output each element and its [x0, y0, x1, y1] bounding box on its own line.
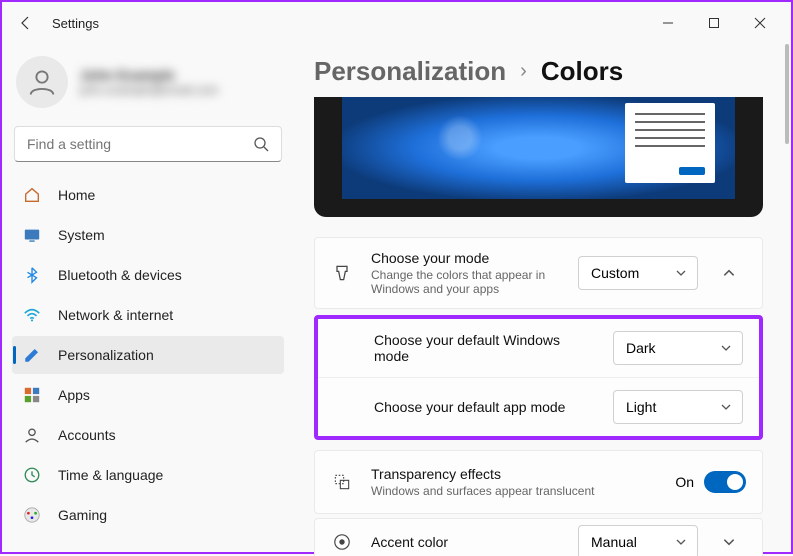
- sidebar-item-label: Time & language: [58, 467, 163, 483]
- gaming-icon: [22, 505, 42, 525]
- profile-email: john.example@email.com: [80, 83, 218, 97]
- sidebar-item-apps[interactable]: Apps: [12, 376, 284, 414]
- windows-mode-dropdown[interactable]: Dark: [613, 331, 743, 365]
- apps-icon: [22, 385, 42, 405]
- preview-window: [625, 103, 715, 183]
- setting-row-mode[interactable]: Choose your mode Change the colors that …: [315, 238, 762, 308]
- setting-card-transparency: Transparency effects Windows and surface…: [314, 450, 763, 514]
- sidebar: John Example john.example@email.com Home…: [2, 44, 294, 556]
- setting-title: Accent color: [371, 534, 578, 550]
- sidebar-item-gaming[interactable]: Gaming: [12, 496, 284, 534]
- annotation-highlight: Choose your default Windows mode Dark Ch…: [314, 315, 763, 440]
- accounts-icon: [22, 425, 42, 445]
- chevron-up-icon: [722, 266, 736, 280]
- sidebar-item-network[interactable]: Network & internet: [12, 296, 284, 334]
- chevron-right-icon: ›: [520, 60, 527, 83]
- search-input[interactable]: [27, 136, 253, 152]
- setting-title: Choose your default app mode: [374, 399, 574, 415]
- home-icon: [22, 185, 42, 205]
- app-mode-dropdown[interactable]: Light: [613, 390, 743, 424]
- setting-row-app-mode[interactable]: Choose your default app mode Light: [318, 377, 759, 436]
- chevron-down-icon: [675, 536, 687, 548]
- setting-row-transparency[interactable]: Transparency effects Windows and surface…: [315, 451, 762, 513]
- sidebar-item-home[interactable]: Home: [12, 176, 284, 214]
- sidebar-item-label: Home: [58, 187, 95, 203]
- setting-desc: Windows and surfaces appear translucent: [371, 484, 675, 498]
- sidebar-item-time[interactable]: Time & language: [12, 456, 284, 494]
- transparency-toggle[interactable]: [704, 471, 746, 493]
- sidebar-item-label: Accounts: [58, 427, 116, 443]
- profile-block[interactable]: John Example john.example@email.com: [12, 48, 284, 122]
- sidebar-item-bluetooth[interactable]: Bluetooth & devices: [12, 256, 284, 294]
- personalization-icon: [22, 345, 42, 365]
- setting-desc: Change the colors that appear in Windows…: [371, 268, 578, 296]
- setting-card-mode: Choose your mode Change the colors that …: [314, 237, 763, 309]
- search-icon: [253, 136, 269, 152]
- sidebar-item-label: Apps: [58, 387, 90, 403]
- sidebar-item-label: Network & internet: [58, 307, 173, 323]
- setting-title: Choose your default Windows mode: [374, 332, 574, 364]
- expand-button[interactable]: [712, 525, 746, 556]
- setting-title: Choose your mode: [371, 250, 578, 266]
- chevron-down-icon: [720, 401, 732, 413]
- theme-preview: [314, 97, 763, 217]
- chevron-down-icon: [720, 342, 732, 354]
- bluetooth-icon: [22, 265, 42, 285]
- maximize-button[interactable]: [691, 7, 737, 39]
- sidebar-item-label: Gaming: [58, 507, 107, 523]
- setting-row-accent[interactable]: Accent color Manual: [315, 519, 762, 556]
- chevron-down-icon: [675, 267, 687, 279]
- mode-dropdown[interactable]: Custom: [578, 256, 698, 290]
- search-box[interactable]: [14, 126, 282, 162]
- breadcrumb-parent[interactable]: Personalization: [314, 56, 506, 87]
- setting-card-accent: Accent color Manual: [314, 518, 763, 556]
- chevron-down-icon: [722, 535, 736, 549]
- sidebar-item-label: Personalization: [58, 347, 154, 363]
- accent-dropdown[interactable]: Manual: [578, 525, 698, 556]
- collapse-button[interactable]: [712, 256, 746, 290]
- window-title: Settings: [52, 16, 99, 31]
- main-content: Personalization › Colors Choose your mod…: [294, 44, 791, 556]
- breadcrumb: Personalization › Colors: [314, 56, 763, 87]
- wifi-icon: [22, 305, 42, 325]
- sidebar-item-personalization[interactable]: Personalization: [12, 336, 284, 374]
- close-button[interactable]: [737, 7, 783, 39]
- time-icon: [22, 465, 42, 485]
- page-title: Colors: [541, 56, 623, 87]
- avatar: [16, 56, 68, 108]
- sidebar-item-accounts[interactable]: Accounts: [12, 416, 284, 454]
- profile-name: John Example: [80, 67, 218, 83]
- nav-list: Home System Bluetooth & devices Network …: [12, 176, 284, 534]
- minimize-button[interactable]: [645, 7, 691, 39]
- system-icon: [22, 225, 42, 245]
- accent-color-icon: [331, 531, 353, 553]
- back-button[interactable]: [14, 11, 38, 35]
- transparency-icon: [331, 471, 353, 493]
- titlebar: Settings: [2, 2, 791, 44]
- sidebar-item-system[interactable]: System: [12, 216, 284, 254]
- scrollbar[interactable]: [785, 44, 789, 144]
- setting-title: Transparency effects: [371, 466, 675, 482]
- sidebar-item-label: Bluetooth & devices: [58, 267, 182, 283]
- sidebar-item-label: System: [58, 227, 105, 243]
- brush-icon: [331, 262, 353, 284]
- setting-row-windows-mode[interactable]: Choose your default Windows mode Dark: [318, 319, 759, 377]
- toggle-state-label: On: [675, 474, 694, 490]
